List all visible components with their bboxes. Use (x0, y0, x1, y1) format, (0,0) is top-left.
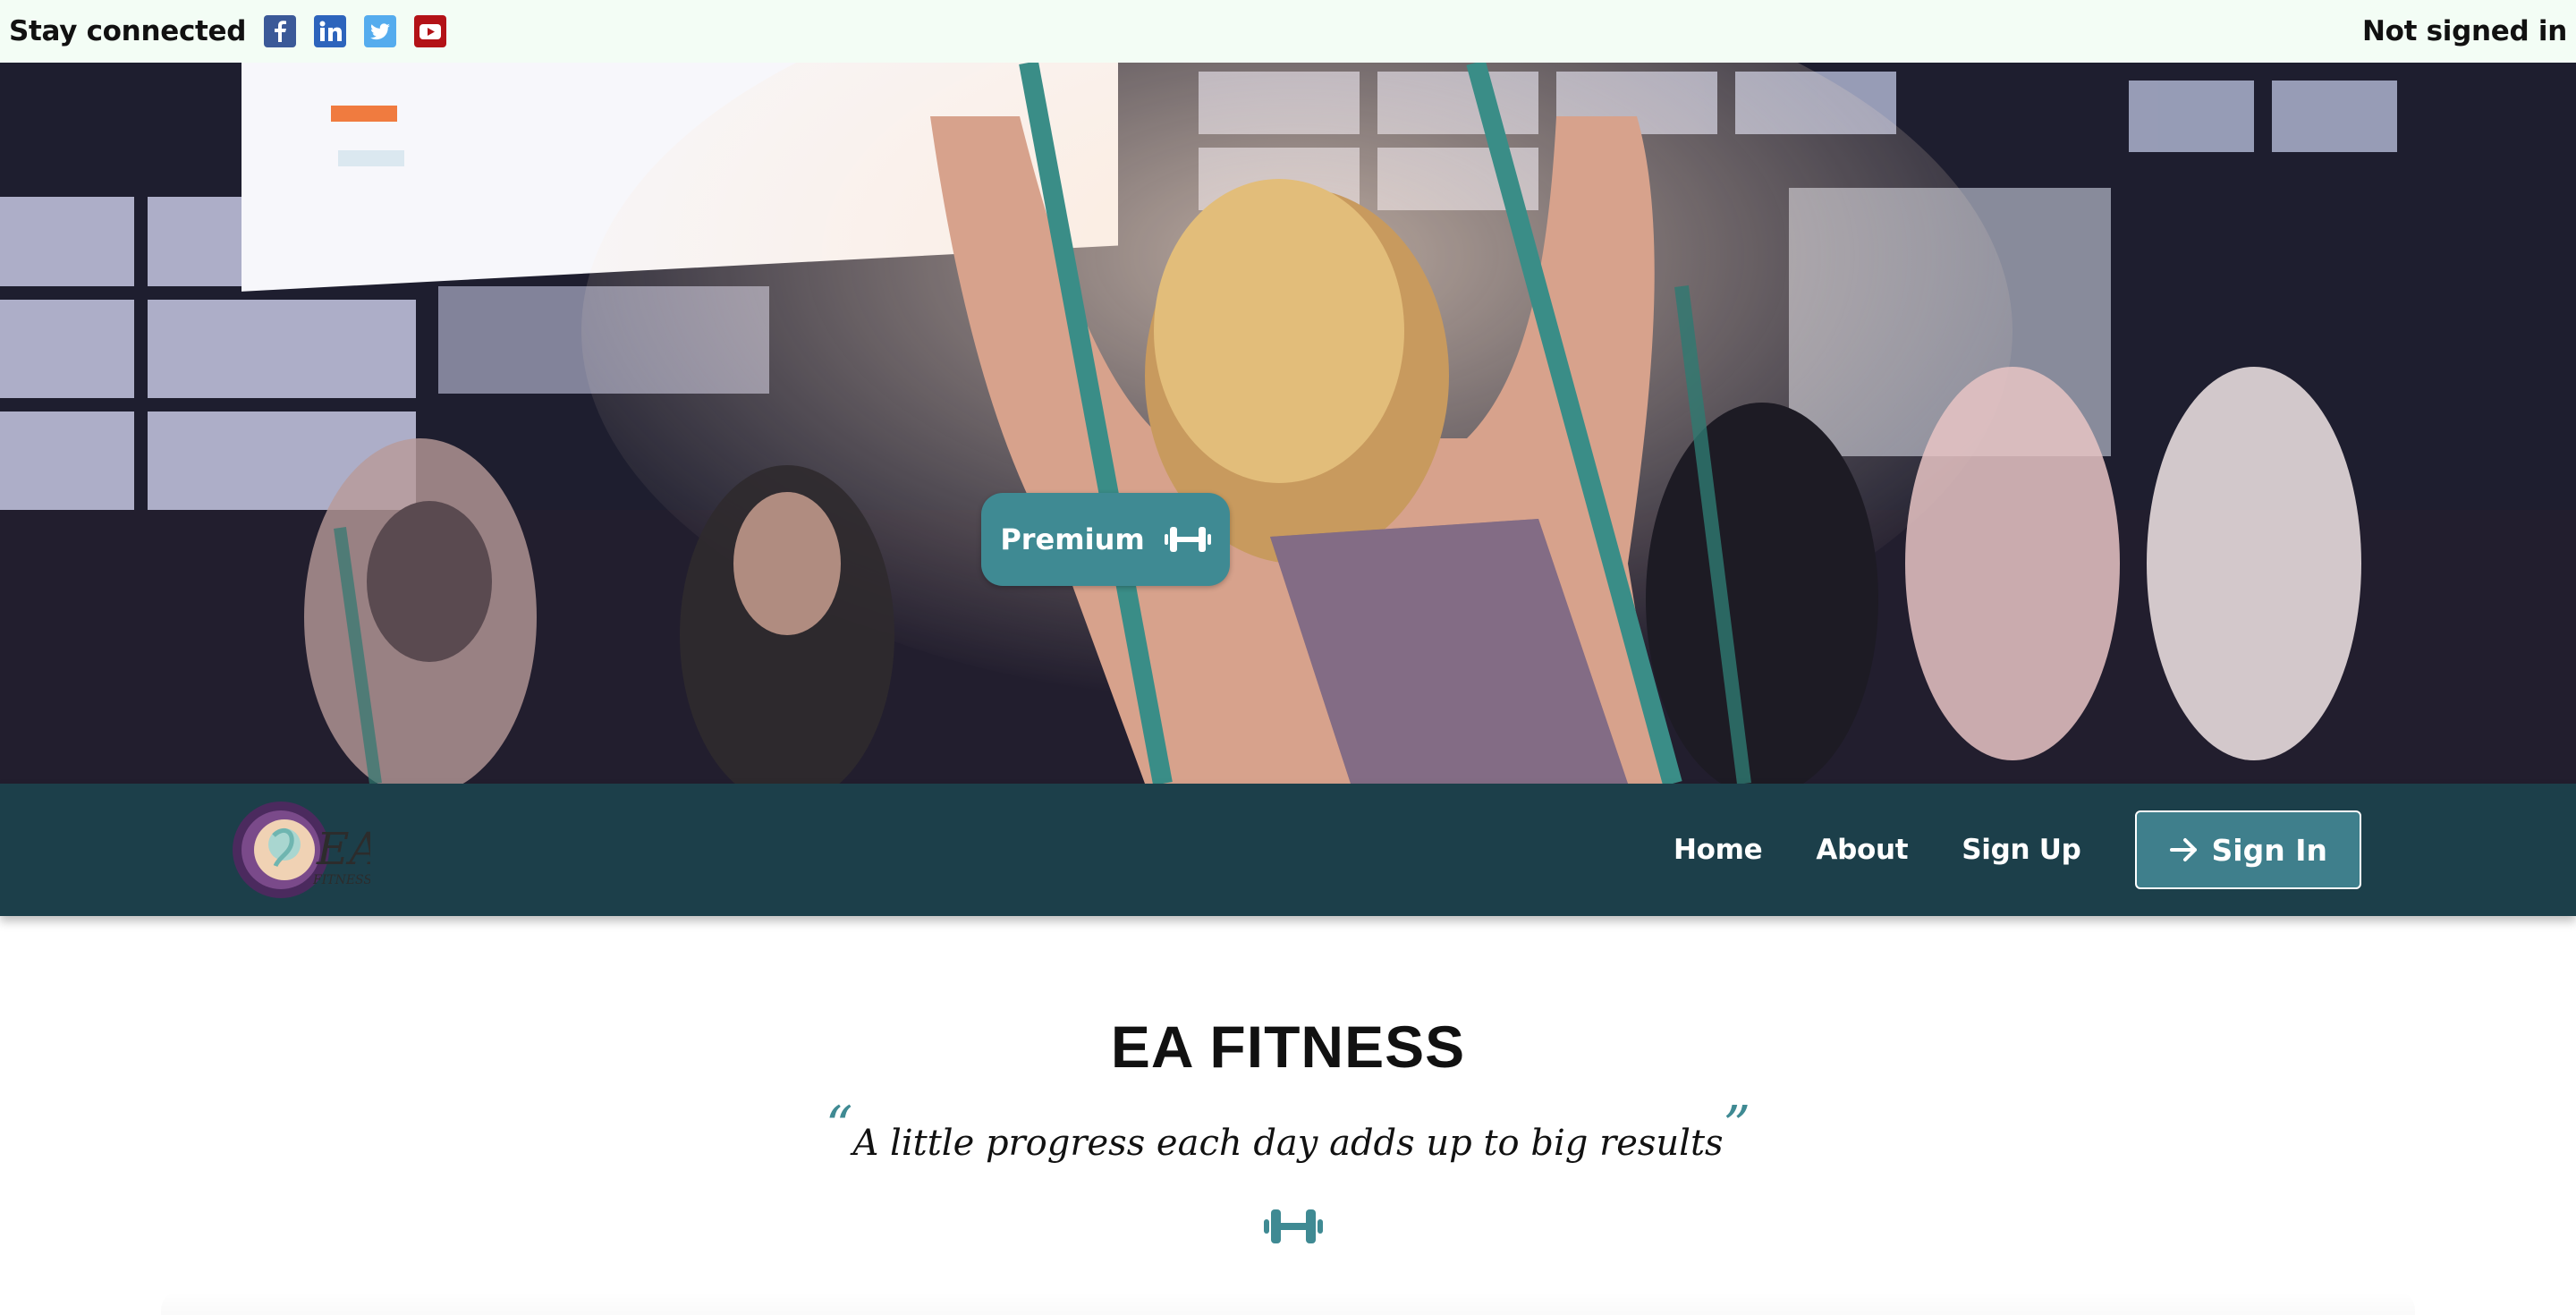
nav-links: Home About Sign Up Sign In (1674, 810, 2361, 889)
svg-text:FITNESS: FITNESS (312, 873, 370, 887)
arrow-right-icon (2169, 836, 2199, 863)
nav-about[interactable]: About (1816, 834, 1908, 866)
sign-in-button[interactable]: Sign In (2134, 810, 2361, 889)
quote-text: A little progress each day adds up to bi… (852, 1123, 1724, 1164)
sign-in-status: Not signed in (2362, 15, 2567, 47)
main-content: EA FITNESS “A little progress each day a… (0, 916, 2576, 1315)
facebook-icon[interactable] (264, 15, 297, 47)
nav-home[interactable]: Home (1674, 834, 1763, 866)
top-bar: Stay connected Not signed in (0, 0, 2576, 63)
linkedin-icon[interactable] (314, 15, 347, 47)
close-quote-mark: ” (1723, 1095, 1751, 1158)
content-card (161, 1292, 2415, 1315)
nav-sign-up[interactable]: Sign Up (1962, 834, 2081, 866)
dumbbell-icon (1164, 522, 1211, 557)
premium-button[interactable]: Premium (981, 493, 1230, 586)
hero-image (0, 63, 2576, 784)
twitter-icon[interactable] (364, 15, 397, 47)
open-quote-mark: “ (825, 1095, 853, 1158)
ea-fitness-logo[interactable]: EA FITNESS (231, 800, 370, 900)
main-navbar: EA FITNESS Home About Sign Up Sign In (0, 784, 2576, 916)
premium-label: Premium (1000, 522, 1145, 556)
social-links: Stay connected (9, 15, 464, 47)
dumbbell-icon (1264, 1204, 1323, 1249)
sign-in-label: Sign In (2211, 832, 2327, 868)
hero-banner: Premium (0, 63, 2576, 784)
svg-text:EA: EA (316, 823, 370, 875)
tagline-quote: “A little progress each day adds up to b… (0, 1095, 2576, 1164)
stay-connected-label: Stay connected (9, 15, 247, 47)
page-title: EA FITNESS (1110, 1014, 1466, 1080)
youtube-icon[interactable] (414, 15, 447, 47)
